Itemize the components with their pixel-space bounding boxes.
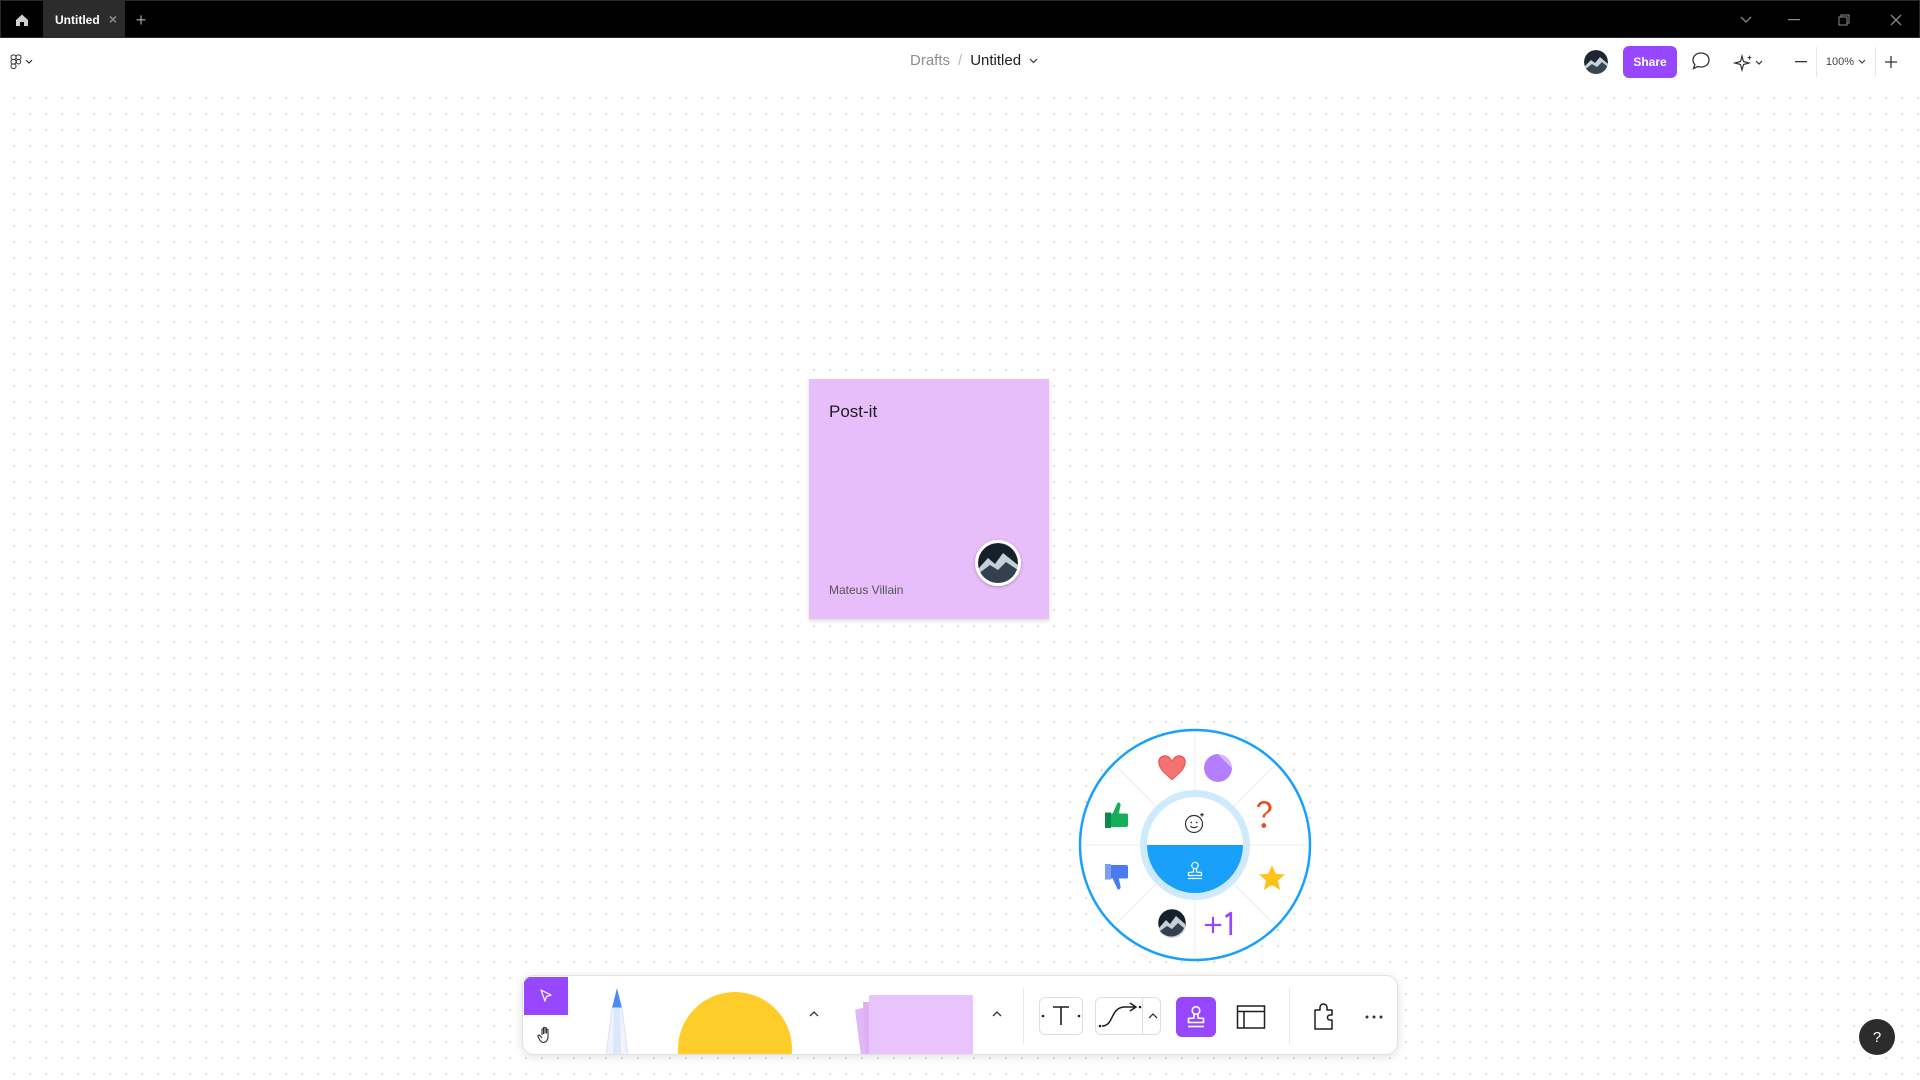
marker-icon bbox=[605, 988, 629, 1054]
minimize-icon bbox=[1788, 19, 1800, 21]
thumbs-up-stamp[interactable] bbox=[1098, 795, 1138, 835]
comment-button[interactable] bbox=[1690, 50, 1716, 76]
hand-icon bbox=[537, 1026, 549, 1044]
sticky-note-icon bbox=[855, 995, 973, 1054]
chevron-down-icon bbox=[1858, 59, 1866, 64]
move-tool[interactable] bbox=[524, 977, 568, 1015]
stamp-wheel-background bbox=[1078, 728, 1312, 962]
plus-icon bbox=[1885, 56, 1897, 68]
question-stamp[interactable] bbox=[1244, 795, 1284, 835]
emoji-icon bbox=[1184, 813, 1204, 834]
hand-tool[interactable] bbox=[524, 1016, 568, 1054]
star-stamp[interactable] bbox=[1252, 857, 1292, 897]
breadcrumb-separator: / bbox=[958, 52, 963, 69]
tab-label: Untitled bbox=[55, 13, 100, 27]
section-tool[interactable] bbox=[1231, 997, 1271, 1037]
share-button[interactable]: Share bbox=[1623, 46, 1677, 78]
bottom-toolbar bbox=[522, 975, 1398, 1055]
question-icon bbox=[1254, 798, 1274, 830]
stamp-icon bbox=[1187, 861, 1203, 880]
text-tool[interactable] bbox=[1039, 997, 1083, 1035]
restore-icon bbox=[1838, 14, 1850, 26]
tab-close-icon[interactable]: × bbox=[109, 12, 117, 26]
minus-icon bbox=[1795, 61, 1807, 63]
avatar-image bbox=[1584, 50, 1608, 74]
zoom-out-button[interactable] bbox=[1786, 47, 1816, 77]
close-icon bbox=[1890, 14, 1902, 26]
thumbs-down-icon bbox=[1104, 863, 1130, 892]
connector-tool[interactable] bbox=[1095, 997, 1161, 1035]
title-bar: Untitled × + bbox=[0, 0, 1920, 39]
chevron-up-icon bbox=[809, 1011, 819, 1017]
circle-shape-icon bbox=[678, 992, 792, 1054]
figma-logo-icon bbox=[10, 54, 22, 69]
zoom-value: 100% bbox=[1825, 56, 1855, 68]
chevron-up-icon bbox=[992, 1011, 1002, 1017]
minimize-button[interactable] bbox=[1779, 9, 1809, 31]
shape-tool[interactable] bbox=[677, 991, 793, 1054]
stamp-icon bbox=[1187, 1005, 1205, 1028]
toolbar-divider bbox=[1023, 988, 1024, 1044]
heart-icon bbox=[1155, 752, 1189, 784]
stamp-tool[interactable] bbox=[1176, 997, 1216, 1037]
marker-tool[interactable] bbox=[593, 986, 641, 1054]
thumbs-up-icon bbox=[1104, 800, 1130, 829]
chevron-down-icon bbox=[1740, 16, 1752, 23]
sticker-icon bbox=[1203, 753, 1233, 783]
emoji-button[interactable] bbox=[1175, 803, 1215, 843]
avatar-image bbox=[1156, 907, 1188, 939]
toolbar-divider bbox=[1289, 988, 1290, 1044]
comment-icon bbox=[1692, 52, 1710, 70]
ai-actions-button[interactable] bbox=[1733, 50, 1773, 76]
stamp-wheel bbox=[1078, 728, 1312, 962]
connector-icon bbox=[1098, 1002, 1142, 1028]
zoom-in-button[interactable] bbox=[1876, 47, 1906, 77]
chevron-down-icon[interactable] bbox=[1029, 58, 1038, 64]
avatar-image bbox=[978, 543, 1018, 583]
home-icon bbox=[16, 14, 28, 26]
sticky-tool[interactable] bbox=[845, 990, 975, 1054]
zoom-controls: 100% bbox=[1786, 47, 1912, 77]
zoom-dropdown[interactable]: 100% bbox=[1816, 47, 1876, 77]
avatar-stamp[interactable] bbox=[1152, 903, 1192, 943]
connector-split-divider bbox=[1142, 998, 1143, 1034]
sticker-stamp[interactable] bbox=[1198, 748, 1238, 788]
top-toolbar: Drafts / Untitled Share 100% bbox=[0, 38, 1920, 86]
file-title[interactable]: Untitled bbox=[970, 52, 1021, 69]
user-avatar[interactable] bbox=[1584, 50, 1608, 74]
shape-options-button[interactable] bbox=[806, 1006, 822, 1022]
sticky-options-button[interactable] bbox=[989, 1006, 1005, 1022]
new-tab-button[interactable]: + bbox=[131, 9, 151, 31]
close-window-button[interactable] bbox=[1881, 9, 1911, 31]
main-menu-button[interactable] bbox=[10, 50, 44, 74]
section-icon bbox=[1236, 1005, 1266, 1029]
cursor-icon bbox=[540, 989, 552, 1002]
breadcrumb-drafts[interactable]: Drafts bbox=[910, 52, 950, 69]
chevron-up-icon[interactable] bbox=[1146, 1009, 1160, 1023]
more-tools-button[interactable] bbox=[1359, 997, 1389, 1037]
restore-button[interactable] bbox=[1829, 9, 1859, 31]
heart-stamp[interactable] bbox=[1152, 748, 1192, 788]
more-icon bbox=[1365, 1015, 1383, 1019]
sticky-note-author: Mateus Villain bbox=[829, 583, 904, 597]
chevron-down-icon bbox=[25, 59, 33, 64]
plugins-tool[interactable] bbox=[1305, 997, 1345, 1037]
plus-one-stamp[interactable] bbox=[1198, 903, 1238, 943]
thumbs-down-stamp[interactable] bbox=[1098, 857, 1138, 897]
sticky-note-text[interactable]: Post-it bbox=[829, 402, 877, 422]
sticky-note[interactable]: Post-it Mateus Villain bbox=[809, 379, 1049, 619]
tabs-dropdown-button[interactable] bbox=[1731, 9, 1761, 31]
stamp-button[interactable] bbox=[1175, 851, 1215, 891]
help-button[interactable]: ? bbox=[1859, 1019, 1895, 1055]
plus-one-icon bbox=[1203, 910, 1234, 937]
breadcrumb: Drafts / Untitled bbox=[910, 52, 1038, 69]
chevron-down-icon bbox=[1755, 60, 1763, 65]
star-icon bbox=[1254, 860, 1290, 894]
sticky-note-avatar bbox=[975, 540, 1021, 586]
home-button[interactable] bbox=[9, 9, 35, 31]
plugin-icon bbox=[1314, 1003, 1333, 1030]
tab-untitled[interactable]: Untitled × bbox=[43, 1, 125, 39]
sparkle-icon bbox=[1733, 53, 1752, 73]
text-icon bbox=[1041, 1006, 1081, 1025]
